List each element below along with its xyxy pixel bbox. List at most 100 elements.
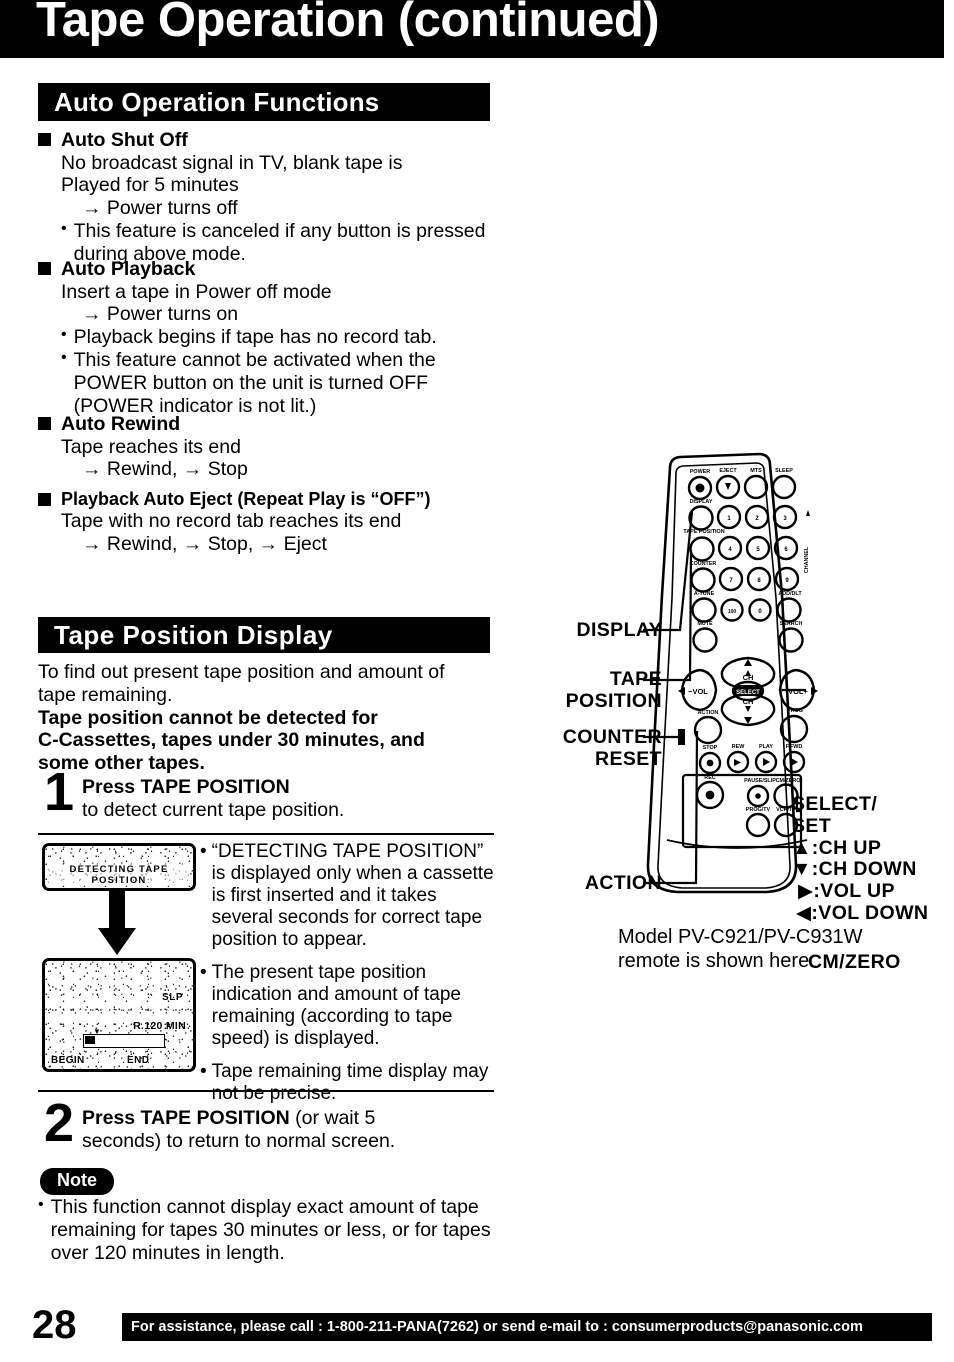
- section-header-tape-position-display: Tape Position Display: [38, 617, 490, 653]
- callout-tape-position: TAPE POSITION: [542, 668, 662, 713]
- bullet-dot-icon: •: [200, 1061, 207, 1083]
- note-badge: Note: [40, 1168, 114, 1195]
- playback-auto-eject-line1: Tape with no record tab reaches its end: [61, 509, 402, 532]
- svg-text:ADD/DLT: ADD/DLT: [778, 591, 802, 597]
- page-title-banner: Tape Operation (continued): [0, 0, 944, 58]
- tv-osd-gauge-fill: [85, 1036, 95, 1044]
- footer-assistance-text: For assistance, please call : 1-800-211-…: [131, 1319, 863, 1335]
- tv-osd-gauge-pointer-icon: ▼: [93, 1027, 101, 1036]
- svg-text:CM/ZERO: CM/ZERO: [776, 778, 801, 784]
- auto-playback-arrow-line: → Power turns on: [82, 303, 239, 326]
- callout-vol-up: ▶:VOL UP: [798, 880, 895, 903]
- note-bullet: • This function cannot display exact amo…: [38, 1196, 508, 1264]
- remote-control-illustration: POWER EJECT MTS SLEEP DISPLAY TAPE POSITIO…: [520, 440, 954, 973]
- manual-page: Tape Operation (continued) Auto Operatio…: [0, 0, 954, 1362]
- auto-shut-off-heading: Auto Shut Off: [38, 129, 508, 152]
- svg-text:POWER: POWER: [690, 469, 710, 475]
- svg-text:CHANNEL: CHANNEL: [804, 546, 810, 573]
- auto-playback-heading: Auto Playback: [38, 258, 508, 281]
- screen-bullet-0: • “DETECTING TAPE POSITION” is displayed…: [200, 841, 500, 951]
- callout-tape-position-line1: TAPE: [609, 668, 662, 690]
- bullet-dot-icon: •: [200, 841, 207, 862]
- svg-text:−VOL: −VOL: [688, 687, 708, 696]
- bullet-square-icon: [38, 493, 51, 506]
- svg-text:4: 4: [728, 547, 732, 553]
- step-2: 2 Press TAPE POSITION (or wait 5 seconds…: [44, 1093, 514, 1153]
- tv-osd-detecting-text: DETECTING TAPE POSITION: [48, 864, 190, 886]
- step-2-text: Press TAPE POSITION (or wait 5 seconds) …: [82, 1101, 395, 1153]
- svg-text:7: 7: [729, 578, 733, 584]
- tv-noise-texture: [45, 961, 193, 1069]
- callout-counter-line1: COUNTER: [562, 726, 662, 748]
- tpd-warning-line1: Tape position cannot be detected for: [38, 706, 378, 729]
- svg-text:ACTION: ACTION: [698, 710, 719, 716]
- section-header-auto-operation: Auto Operation Functions: [38, 83, 490, 121]
- step-1-bold: Press TAPE POSITION: [82, 776, 290, 798]
- auto-playback-block: Auto Playback Insert a tape in Power off…: [38, 258, 508, 417]
- bullet-square-icon: [38, 417, 51, 430]
- screen-bullet-1: • The present tape position indication a…: [200, 962, 500, 1050]
- down-arrow-icon: [97, 890, 137, 956]
- svg-text:COUNTER: COUNTER: [690, 561, 717, 567]
- svg-text:0: 0: [758, 609, 762, 615]
- bullet-dot-icon: •: [200, 962, 207, 984]
- svg-text:REW: REW: [732, 744, 745, 750]
- auto-shut-off-block: Auto Shut Off No broadcast signal in TV,…: [38, 129, 508, 266]
- playback-auto-eject-block: Playback Auto Eject (Repeat Play is “OFF…: [38, 489, 518, 556]
- page-title: Tape Operation (continued): [36, 0, 660, 47]
- tv-osd-gauge: ▼: [83, 1028, 165, 1048]
- svg-text:EJECT: EJECT: [719, 468, 737, 474]
- screen-bullet-0-text: “DETECTING TAPE POSITION” is displayed o…: [211, 841, 494, 951]
- auto-shut-off-arrow-line: → Power turns off: [82, 197, 238, 220]
- auto-rewind-title: Auto Rewind: [61, 413, 181, 435]
- svg-text:SELECT: SELECT: [736, 690, 760, 696]
- tv-screen-detecting: DETECTING TAPE POSITION: [42, 843, 196, 891]
- svg-text:PROG: PROG: [787, 708, 803, 714]
- step-1-number: 1: [44, 762, 75, 822]
- remote-model-note-line2: remote is shown here.: [618, 950, 815, 972]
- svg-text:CH: CH: [743, 697, 754, 706]
- auto-playback-bullet-1-text: This feature cannot be activated when th…: [73, 349, 436, 417]
- tpd-intro-block: To find out present tape position and am…: [38, 661, 518, 775]
- step-2-rest: seconds) to return to normal screen.: [82, 1130, 396, 1152]
- bullet-square-icon: [38, 133, 51, 146]
- section-header-tape-position-display-label: Tape Position Display: [54, 619, 333, 650]
- step-2-number: 2: [44, 1093, 75, 1153]
- svg-text:PROG/TV: PROG/TV: [746, 807, 771, 813]
- callout-select-set-line2: SET: [792, 814, 832, 837]
- callout-ch-up: ▲:CH UP: [792, 836, 882, 859]
- note-badge-label: Note: [57, 1170, 97, 1190]
- svg-text:5: 5: [756, 547, 760, 553]
- auto-playback-line1: Insert a tape in Power off mode: [61, 280, 332, 303]
- auto-playback-bullet-1: • This feature cannot be activated when …: [61, 349, 508, 417]
- page-number: 28: [32, 1303, 77, 1347]
- tv-osd-gauge-end: END: [127, 1055, 150, 1066]
- svg-text:1: 1: [727, 516, 731, 522]
- callout-tape-position-line2: POSITION: [565, 689, 662, 712]
- auto-rewind-arrow-line: → Rewind, → Stop: [82, 458, 248, 481]
- note-body: • This function cannot display exact amo…: [38, 1196, 508, 1264]
- step-1-rest: to detect current tape position.: [82, 799, 345, 821]
- tv-screen-position: SLP R 120 MIN ▼ BEGIN END: [42, 958, 196, 1072]
- svg-text:DISPLAY: DISPLAY: [690, 499, 713, 505]
- bullet-dot-icon: •: [61, 349, 67, 367]
- svg-text:2: 2: [755, 516, 759, 522]
- auto-playback-bullet-0: • Playback begins if tape has no record …: [61, 326, 508, 349]
- playback-auto-eject-arrow-line: → Rewind, → Stop, → Eject: [82, 532, 327, 555]
- remote-model-note: Model PV-C921/PV-C931W remote is shown h…: [618, 925, 948, 973]
- playback-auto-eject-title: Playback Auto Eject (Repeat Play is “OFF…: [61, 489, 431, 509]
- auto-playback-bullet-0-text: Playback begins if tape has no record ta…: [73, 326, 437, 349]
- step-2-tail: (or wait 5: [289, 1107, 376, 1129]
- tv-osd-gauge-begin: BEGIN: [51, 1055, 85, 1066]
- auto-rewind-block: Auto Rewind Tape reaches its end → Rewin…: [38, 413, 508, 481]
- tv-osd-remaining: R 120 MIN: [133, 1020, 186, 1032]
- callout-display: DISPLAY: [576, 619, 662, 641]
- screen-bullets: • “DETECTING TAPE POSITION” is displayed…: [200, 841, 500, 1116]
- tpd-intro-line1: To find out present tape position and am…: [38, 661, 445, 683]
- svg-text:100: 100: [728, 609, 737, 615]
- svg-text:PLAY: PLAY: [759, 744, 773, 750]
- svg-text:F.FWD: F.FWD: [786, 744, 803, 750]
- tv-osd-speed: SLP: [162, 992, 183, 1003]
- callout-counter-reset: COUNTER RESET: [528, 726, 662, 771]
- step-1-text: Press TAPE POSITION to detect current ta…: [82, 770, 344, 822]
